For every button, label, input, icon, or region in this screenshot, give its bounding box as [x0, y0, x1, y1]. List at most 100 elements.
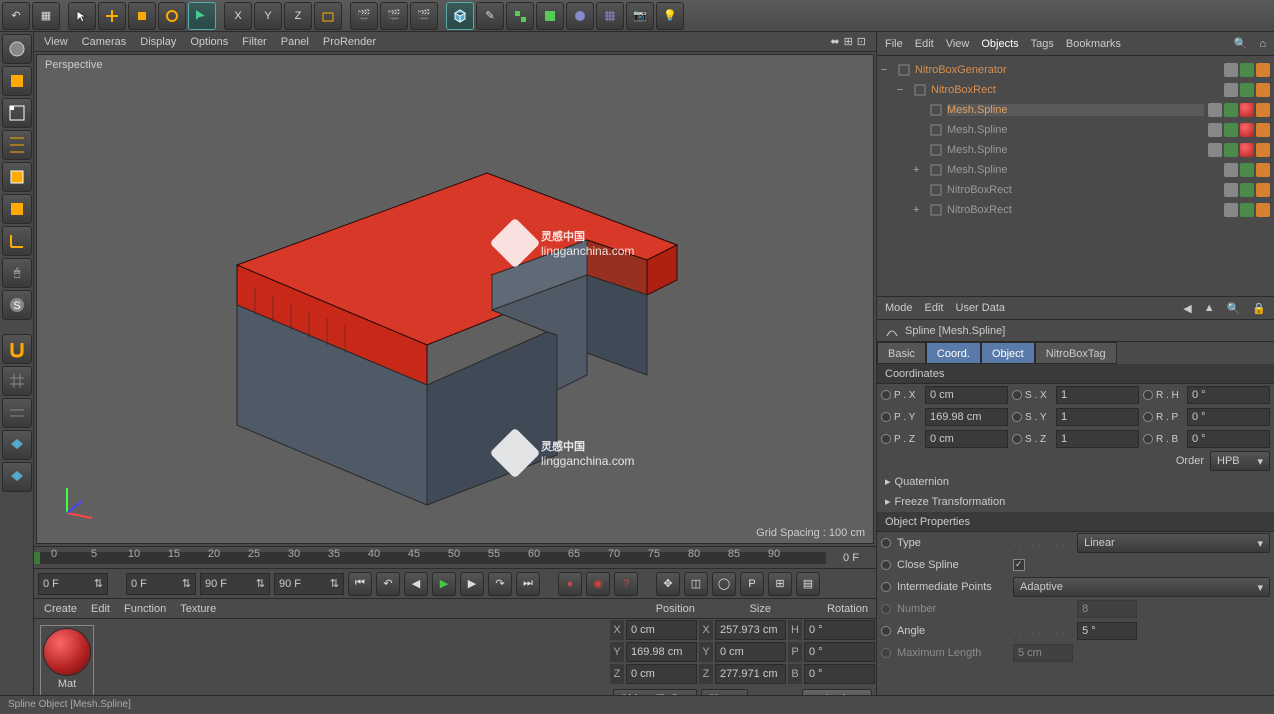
polygon-mode-button[interactable] [2, 162, 32, 192]
nav-search-icon[interactable]: 🔍 [1227, 302, 1241, 315]
key-scale-button[interactable]: ◫ [684, 572, 708, 596]
search-icon[interactable]: 🔍 [1234, 37, 1248, 50]
prim-tool1-button[interactable] [2, 430, 32, 460]
tree-row[interactable]: +NitroBoxRect [881, 200, 1270, 220]
x-axis-button[interactable]: X [224, 2, 252, 30]
attr-r-field[interactable]: 0 ° [1187, 386, 1270, 404]
tree-item-name[interactable]: Mesh.Spline [947, 124, 1204, 136]
next-frame-button[interactable]: ▶ [460, 572, 484, 596]
prev-frame-button[interactable]: ◀ [404, 572, 428, 596]
magnet-button[interactable] [2, 334, 32, 364]
snap-settings-button[interactable]: S [2, 290, 32, 320]
edge-mode-button[interactable] [2, 130, 32, 160]
tag-gray-icon[interactable] [1224, 183, 1238, 197]
goto-start-button[interactable]: ⏮ [348, 572, 372, 596]
tag-green-icon[interactable] [1240, 203, 1254, 217]
rot-H-field[interactable]: 0 ° [804, 620, 875, 640]
order-combo[interactable]: HPB▾ [1210, 451, 1270, 471]
goto-end-button[interactable]: ⏭ [516, 572, 540, 596]
expand-icon[interactable]: − [897, 84, 909, 96]
frame-start-field[interactable]: 0 F⇅ [126, 573, 196, 595]
angle-radio[interactable] [881, 626, 891, 636]
size-X-field[interactable]: 257.973 cm [715, 620, 786, 640]
key-grid-button[interactable]: ⊞ [768, 572, 792, 596]
close-spline-checkbox[interactable] [1013, 559, 1025, 571]
tag-green-icon[interactable] [1240, 163, 1254, 177]
expand-icon[interactable]: − [881, 64, 893, 76]
attr-s-field[interactable]: 1 [1056, 386, 1139, 404]
attr-menu-mode[interactable]: Mode [885, 302, 913, 314]
tag-gray-icon[interactable] [1208, 143, 1222, 157]
texture-mode-button[interactable] [2, 194, 32, 224]
attr-r-field[interactable]: 0 ° [1187, 408, 1270, 426]
grid-snap-button[interactable] [2, 366, 32, 396]
step-back-button[interactable]: ↶ [376, 572, 400, 596]
pen-tool-button[interactable]: ✎ [476, 2, 504, 30]
tree-row[interactable]: Mesh.Spline [881, 120, 1270, 140]
tag-red-icon[interactable] [1240, 123, 1254, 137]
nav-back-icon[interactable]: ◀ [1183, 302, 1191, 315]
vp-menu-filter[interactable]: Filter [242, 36, 266, 48]
freeze-expand[interactable]: ▸ Freeze Transformation [877, 492, 1274, 512]
render-view-button[interactable]: 🎬 [350, 2, 378, 30]
vp-menu-prorender[interactable]: ProRender [323, 36, 376, 48]
tag-gray-icon[interactable] [1224, 203, 1238, 217]
tree-item-name[interactable]: Mesh.Spline [947, 164, 1220, 176]
autokey-button[interactable]: ◉ [586, 572, 610, 596]
cube-primitive-button[interactable] [446, 2, 474, 30]
tree-item-name[interactable]: NitroBoxGenerator [915, 64, 1220, 76]
tag-gray-icon[interactable] [1224, 163, 1238, 177]
tag-red-icon[interactable] [1240, 143, 1254, 157]
tag-green-icon[interactable] [1240, 83, 1254, 97]
tag-green-icon[interactable] [1224, 123, 1238, 137]
attr-p-field[interactable]: 169.98 cm [925, 408, 1008, 426]
size-Z-field[interactable]: 277.971 cm [715, 664, 786, 684]
tag-gray-icon[interactable] [1208, 123, 1222, 137]
tag-orange-icon[interactable] [1256, 183, 1270, 197]
type-combo[interactable]: Linear▾ [1077, 533, 1270, 553]
step-fwd-button[interactable]: ↷ [488, 572, 512, 596]
nav-lock-icon[interactable]: 🔒 [1252, 302, 1266, 315]
attr-s-field[interactable]: 1 [1056, 430, 1139, 448]
render-region-button[interactable]: 🎬 [380, 2, 408, 30]
point-mode-button[interactable] [2, 98, 32, 128]
timeline[interactable]: 0 5 10 15 20 25 30 35 40 45 50 55 60 65 … [34, 546, 876, 568]
nav-up-icon[interactable]: ▲ [1204, 302, 1215, 314]
tree-row[interactable]: Mesh.Spline [881, 100, 1270, 120]
instance-button[interactable] [536, 2, 564, 30]
model-mode-button[interactable] [2, 66, 32, 96]
tab-object[interactable]: Object [981, 342, 1035, 364]
tag-red-icon[interactable] [1240, 103, 1254, 117]
vp-config3-icon[interactable]: ⊡ [857, 35, 866, 48]
attr-s-field[interactable]: 1 [1056, 408, 1139, 426]
camera-button[interactable]: 📷 [626, 2, 654, 30]
mat-menu-texture[interactable]: Texture [180, 603, 216, 615]
rot-P-field[interactable]: 0 ° [804, 642, 875, 662]
vp-menu-options[interactable]: Options [190, 36, 228, 48]
key-pos-button[interactable]: ✥ [656, 572, 680, 596]
snap-enable-button[interactable]: 🖱 [2, 258, 32, 288]
attr-menu-edit[interactable]: Edit [925, 302, 944, 314]
grid-snap2-button[interactable] [2, 398, 32, 428]
scale-tool[interactable] [128, 2, 156, 30]
tab-basic[interactable]: Basic [877, 342, 926, 364]
obj-menu-bookmarks[interactable]: Bookmarks [1066, 38, 1121, 50]
quaternion-expand[interactable]: ▸ Quaternion [877, 472, 1274, 492]
obj-menu-file[interactable]: File [885, 38, 903, 50]
obj-menu-view[interactable]: View [946, 38, 970, 50]
record-button[interactable]: ● [558, 572, 582, 596]
tag-gray-icon[interactable] [1224, 83, 1238, 97]
pos-Z-field[interactable]: 0 cm [626, 664, 697, 684]
tab-coord[interactable]: Coord. [926, 342, 981, 364]
frame-current-field[interactable]: 0 F⇅ [38, 573, 108, 595]
play-button[interactable]: ▶ [432, 572, 456, 596]
tag-orange-icon[interactable] [1256, 203, 1270, 217]
tag-green-icon[interactable] [1224, 143, 1238, 157]
angle-field[interactable]: 5 ° [1077, 622, 1137, 640]
tree-row[interactable]: +Mesh.Spline [881, 160, 1270, 180]
tag-orange-icon[interactable] [1256, 63, 1270, 77]
attr-p-field[interactable]: 0 cm [925, 430, 1008, 448]
vp-menu-view[interactable]: View [44, 36, 68, 48]
pos-Y-field[interactable]: 169.98 cm [626, 642, 697, 662]
tag-orange-icon[interactable] [1256, 163, 1270, 177]
